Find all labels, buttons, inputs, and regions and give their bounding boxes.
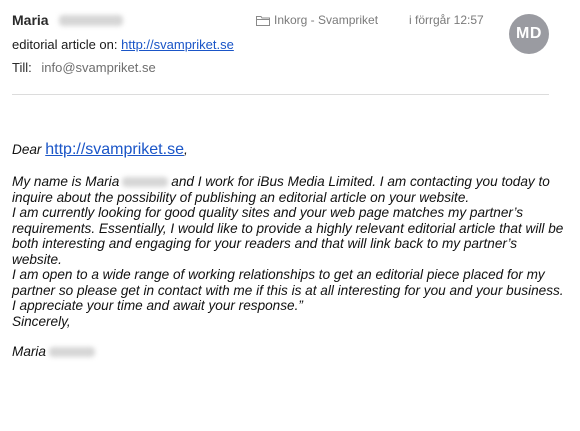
- sender-name[interactable]: Maria: [12, 12, 49, 28]
- header-divider: [12, 94, 549, 95]
- subject-line: editorial article on: http://svampriket.…: [12, 37, 234, 52]
- recipient-row: Till: info@svampriket.se: [12, 60, 156, 75]
- mailbox-name: Inkorg - Svampriket: [274, 13, 379, 27]
- greeting-link[interactable]: http://svampriket.se: [45, 141, 184, 158]
- received-date: i förrgår 12:57: [409, 13, 484, 27]
- email-header: Maria Inkorg - Svampriket i förrgår 12:5…: [0, 0, 580, 95]
- greeting-suffix: ,: [183, 142, 188, 157]
- paragraph-requirements: I am currently looking for good quality …: [12, 205, 564, 267]
- redacted-surname-inline: [122, 177, 169, 188]
- signature-name: Maria: [12, 344, 46, 359]
- greeting: Dear http://svampriket.se,: [12, 140, 570, 160]
- avatar[interactable]: MD: [509, 14, 549, 54]
- closing: Sincerely,: [12, 313, 71, 329]
- paragraph-relationships: I am open to a wide range of working rel…: [12, 267, 564, 298]
- intro-before: My name is Maria: [12, 174, 120, 189]
- paragraph-intro: My name is Maria and I work for iBus Medi…: [12, 174, 570, 205]
- redacted-surname-signature: [49, 347, 95, 358]
- message-body: Dear http://svampriket.se, My name is Ma…: [12, 140, 570, 360]
- to-label: Till:: [12, 60, 32, 75]
- paragraph-appreciation: I appreciate your time and await your re…: [12, 298, 303, 313]
- folder-icon: [256, 15, 270, 26]
- subject-link[interactable]: http://svampriket.se: [121, 37, 234, 52]
- greeting-prefix: Dear: [12, 142, 42, 157]
- sender-row: Maria: [12, 11, 123, 29]
- subject-prefix: editorial article on:: [12, 37, 118, 52]
- recipient-address[interactable]: info@svampriket.se: [41, 60, 155, 75]
- redacted-surname: [58, 14, 123, 26]
- mailbox-label[interactable]: Inkorg - Svampriket: [256, 13, 378, 27]
- signature: Maria: [12, 344, 570, 360]
